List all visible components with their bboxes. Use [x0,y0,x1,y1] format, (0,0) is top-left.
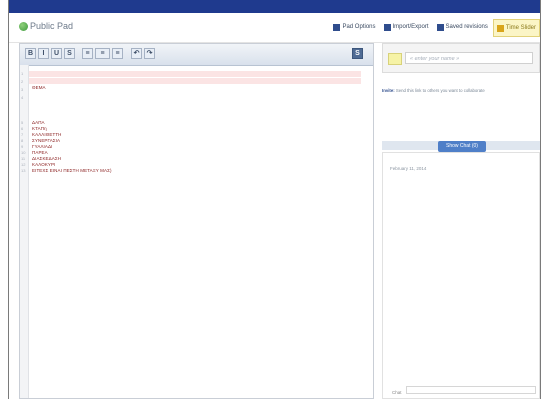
saved-revisions-button[interactable]: Saved revisions [434,19,491,35]
line-number-gutter [20,65,29,398]
editor-line: ΚΑΛΛΙΘΕΤΤΗ [32,132,62,137]
top-bar [9,0,540,13]
user-row: « enter your name » [382,43,540,73]
unordered-list-button[interactable]: ≡ [82,48,93,59]
app-window: Public Pad Pad Options Import/Export Sav… [8,0,541,399]
pad-options-icon [333,23,341,31]
undo-button[interactable]: ↶ [131,48,142,59]
line-number: 13 [21,168,26,173]
line-number: 12 [21,162,26,167]
line-number: 8 [21,138,24,143]
line-number: 11 [21,156,26,161]
invite-description: Send this link to others you want to col… [395,88,485,93]
header-actions: Pad Options Import/Export Saved revision… [330,19,540,37]
line-number: 2 [21,79,24,84]
bold-button[interactable]: B [25,48,36,59]
italic-button[interactable]: I [38,48,49,59]
editor-line: ΘΕΜΑ [32,85,46,90]
saved-revisions-icon [436,23,444,31]
logo-icon [19,21,28,31]
line-number: 10 [21,150,26,155]
time-slider-icon [496,24,504,32]
author-highlight [29,71,361,77]
editor-line: ΓΥΑΛΙΑΔΙ [32,144,53,149]
sidebar: « enter your name » Invite: Send this li… [382,43,540,399]
invite-link[interactable]: Invite: [382,88,395,93]
line-number: 1 [21,71,24,76]
pad-header: Public Pad Pad Options Import/Export Sav… [9,13,540,43]
line-number: 7 [21,132,24,137]
time-slider-button[interactable]: Time Slider [492,19,540,37]
line-number: 9 [21,144,24,149]
editor-line: ΔΙΑΣΚΕΔΑΣΗ [32,156,62,161]
pad-options-button[interactable]: Pad Options [330,19,378,35]
import-export-icon [383,23,391,31]
chat-area [382,152,540,399]
editor-line: ΚΤΑΠη [32,126,47,131]
user-color-swatch[interactable] [388,53,402,65]
editor-toolbar: B I U S ≡ ≡ ≡ ↶ ↷ S [20,44,373,66]
editor-line: ΣΥΝΕΡΓΑΣΙΑ [32,138,61,143]
name-input[interactable]: « enter your name » [405,52,533,64]
import-export-button[interactable]: Import/Export [381,19,432,35]
underline-button[interactable]: U [51,48,62,59]
editor-line: ΕΙΤΕΧΣ ΕΙΝΑΙ ΠΕΣΤΗ ΜΕΤΑΞΥ ΜΑΣ) [32,168,112,173]
editor-panel: B I U S ≡ ≡ ≡ ↶ ↷ S 1 2 3 4 5 6 7 8 9 10… [19,43,374,399]
indent-button[interactable]: ≡ [95,48,110,59]
strikethrough-button[interactable]: S [64,48,75,59]
redo-button[interactable]: ↷ [144,48,155,59]
line-number: 3 [21,87,24,92]
editor-line: ΔΑΠΑ [32,120,45,125]
show-chat-button[interactable]: Show Chat (0) [438,141,486,152]
editor-line: ΠΑΡΕΑ [32,150,48,155]
editor-line: ΚΑΛΟΚΥΡΙ [32,162,56,167]
invite-text: Invite: Send this link to others you wan… [382,88,485,93]
chat-input-label: Chat [392,390,402,395]
app-title-text: Public Pad [30,21,74,31]
chat-input[interactable] [406,386,536,394]
save-revision-button[interactable]: S [352,48,363,59]
line-number: 5 [21,120,24,125]
line-number: 4 [21,95,24,100]
app-title: Public Pad [19,21,73,31]
line-number: 6 [21,126,24,131]
outdent-button[interactable]: ≡ [112,48,123,59]
editor-content[interactable]: 1 2 3 4 5 6 7 8 9 10 11 12 13 ΘΕΜΑ ΔΑΠΑ … [20,65,373,398]
chat-date: February 11, 2014 [390,166,427,171]
author-highlight [29,78,361,84]
